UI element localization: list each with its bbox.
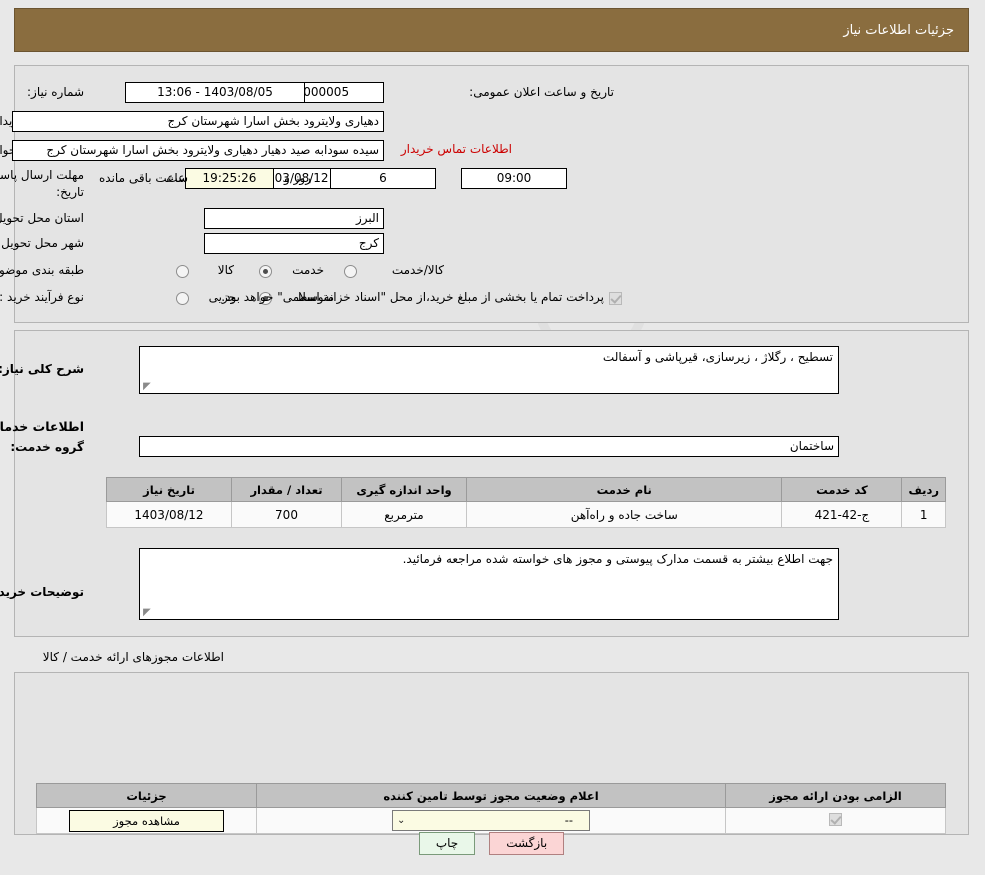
view-permit-button[interactable]: مشاهده مجوز bbox=[70, 809, 225, 832]
services-table-cell: 700 bbox=[232, 501, 343, 528]
services-table-header-cell: ردیف bbox=[902, 477, 947, 502]
need-summary-label: شرح کلی نیاز: bbox=[0, 362, 85, 376]
permit-status-value: -- bbox=[565, 813, 574, 827]
page-header-bar: جزئیات اطلاعات نیاز bbox=[15, 8, 970, 52]
radio-category-goods-label: کالا bbox=[218, 263, 235, 277]
permit-details-cell: مشاهده مجوز bbox=[37, 807, 258, 834]
services-table-header-row: ردیف کد خدمت نام خدمت واحد اندازه گیری تعداد… bbox=[107, 477, 947, 502]
permits-table-header-cell: اعلام وضعیت مجوز توسط تامین کننده bbox=[257, 783, 727, 808]
back-button[interactable]: بازگشت bbox=[490, 832, 566, 855]
permits-table-body: ⌄ -- مشاهده مجوز bbox=[37, 807, 947, 834]
table-row: ⌄ -- مشاهده مجوز bbox=[37, 807, 947, 834]
remaining-days-label: روز و bbox=[285, 171, 312, 185]
permits-table-header-cell: الزامی بودن ارائه مجوز bbox=[726, 783, 947, 808]
treasury-documents-checkbox[interactable] bbox=[610, 292, 623, 305]
treasury-documents-note: پرداخت تمام یا بخشی از مبلغ خرید،از محل … bbox=[222, 290, 605, 304]
delivery-city-value: کرج bbox=[205, 233, 385, 254]
delivery-city-label: شهر محل تحویل: bbox=[0, 236, 85, 250]
chevron-down-icon: ⌄ bbox=[398, 815, 407, 826]
page-title: جزئیات اطلاعات نیاز bbox=[844, 22, 955, 38]
services-table-cell: 1403/08/12 bbox=[107, 501, 233, 528]
subject-category-label: طبقه بندی موضوعی: bbox=[0, 263, 85, 277]
permit-required-checkbox bbox=[830, 812, 843, 826]
need-summary-value: تسطیح ، رگلاژ ، زیرسازی، قیرپاشی و آسفال… bbox=[603, 350, 834, 364]
radio-category-service[interactable] bbox=[260, 265, 273, 278]
buyer-org-value: دهیاری ولایترود بخش اسارا شهرستان کرج bbox=[13, 111, 385, 132]
countdown-value: 19:25:26 bbox=[186, 168, 275, 189]
services-table-header-cell: تاریخ نیاز bbox=[107, 477, 233, 502]
buyer-notes-textarea[interactable]: جهت اطلاع بیشتر به قسمت مدارک پیوستی و م… bbox=[140, 548, 840, 620]
deadline-label-line1: مهلت ارسال پاسخ: تا bbox=[0, 168, 85, 182]
permit-status-select[interactable]: ⌄ -- bbox=[393, 810, 591, 831]
table-row: 1 ج-42-421 ساخت جاده و راه‌آهن مترمربع 700 14… bbox=[107, 501, 947, 528]
services-table-header-cell: تعداد / مقدار bbox=[232, 477, 343, 502]
radio-category-goods-service-label: کالا/خدمت bbox=[392, 263, 445, 277]
need-summary-textarea[interactable]: تسطیح ، رگلاژ ، زیرسازی، قیرپاشی و آسفال… bbox=[140, 346, 840, 394]
resize-grip-icon[interactable]: ◥ bbox=[144, 381, 154, 392]
purchase-process-label: نوع فرآیند خرید : bbox=[0, 290, 85, 304]
permits-table-header-row: الزامی بودن ارائه مجوز اعلام وضعیت مجوز ت… bbox=[37, 783, 947, 808]
buyer-notes-label: توضیحات خریدار: bbox=[0, 585, 85, 599]
announce-datetime-value: 1403/08/05 - 13:06 bbox=[126, 82, 306, 103]
countdown-label: ساعت باقی مانده bbox=[100, 171, 190, 185]
services-info-title: اطلاعات خدمات مورد نیاز bbox=[0, 419, 85, 434]
services-table-cell: 1 bbox=[902, 501, 947, 528]
services-table-body: 1 ج-42-421 ساخت جاده و راه‌آهن مترمربع 700 14… bbox=[107, 501, 947, 528]
radio-process-minor[interactable] bbox=[177, 292, 190, 305]
footer-actions: بازگشت چاپ bbox=[0, 832, 985, 855]
radio-category-goods[interactable] bbox=[177, 265, 190, 278]
permits-table-header-cell: جزئیات bbox=[37, 783, 258, 808]
resize-grip-icon-2[interactable]: ◥ bbox=[144, 607, 154, 618]
service-group-label: گروه خدمت: bbox=[11, 440, 85, 454]
services-table-header-cell: واحد اندازه گیری bbox=[342, 477, 468, 502]
radio-category-service-label: خدمت bbox=[293, 263, 325, 277]
services-table-cell: ج-42-421 bbox=[782, 501, 904, 528]
delivery-province-label: استان محل تحویل: bbox=[0, 211, 85, 225]
deadline-time-value: 09:00 bbox=[462, 168, 568, 189]
remaining-days-value: 6 bbox=[331, 168, 437, 189]
permit-status-cell: ⌄ -- bbox=[257, 807, 727, 834]
need-details-page: AriaTender.net جزئیات اطلاعات نیاز شماره… bbox=[0, 0, 985, 875]
permit-required-cell bbox=[726, 807, 947, 834]
services-table-header-cell: کد خدمت bbox=[782, 477, 904, 502]
announce-datetime-label: تاریخ و ساعت اعلان عمومی: bbox=[470, 85, 615, 99]
services-table-cell: مترمربع bbox=[342, 501, 468, 528]
services-table: ردیف کد خدمت نام خدمت واحد اندازه گیری تعداد… bbox=[107, 477, 947, 528]
service-group-value: ساختمان bbox=[140, 436, 840, 457]
request-creator-value: سیده سودابه صید دهیار دهیاری ولایترود بخ… bbox=[13, 140, 385, 161]
deadline-label-line2: تاریخ: bbox=[57, 185, 85, 199]
print-button[interactable]: چاپ bbox=[419, 832, 477, 855]
services-table-cell: ساخت جاده و راه‌آهن bbox=[466, 501, 784, 528]
buyer-notes-value: جهت اطلاع بیشتر به قسمت مدارک پیوستی و م… bbox=[403, 552, 834, 566]
delivery-province-value: البرز bbox=[205, 208, 385, 229]
services-table-header-cell: نام خدمت bbox=[466, 477, 784, 502]
permits-section-title: اطلاعات مجوزهای ارائه خدمت / کالا bbox=[43, 650, 225, 664]
buyer-contact-link[interactable]: اطلاعات تماس خریدار bbox=[402, 142, 513, 156]
need-info-panel bbox=[15, 65, 970, 323]
permits-table: الزامی بودن ارائه مجوز اعلام وضعیت مجوز ت… bbox=[37, 783, 947, 834]
need-number-label: شماره نیاز: bbox=[28, 85, 85, 99]
radio-category-goods-service[interactable] bbox=[345, 265, 358, 278]
